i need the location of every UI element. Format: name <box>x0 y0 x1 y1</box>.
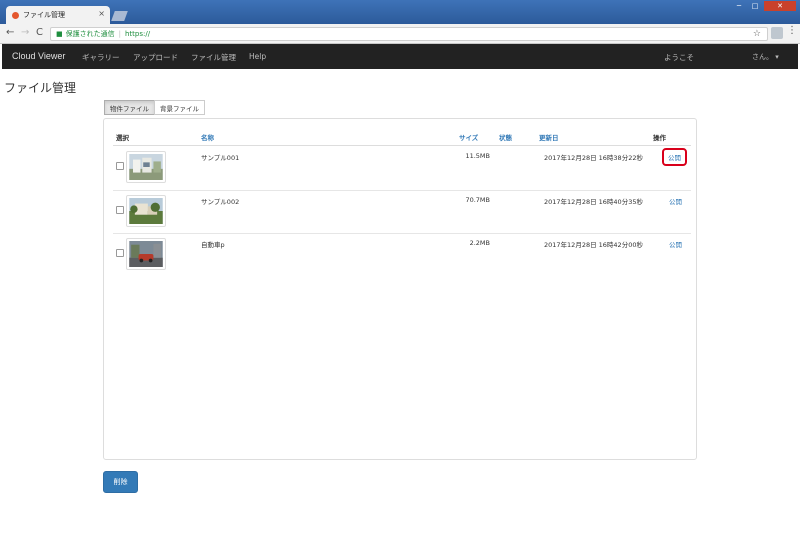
table-row: サンプル002 70.7MB 2017年12月28日 16時40分35秒 公開 <box>113 190 691 233</box>
nav-gallery[interactable]: ギャラリー <box>82 52 120 63</box>
file-size: 70.7MB <box>465 196 490 204</box>
thumbnail <box>126 238 166 270</box>
browser-menu-icon[interactable]: ⋮ <box>787 25 797 36</box>
file-name: 自動車p <box>201 241 225 249</box>
nav-file-management[interactable]: ファイル管理 <box>191 52 236 63</box>
header-updated[interactable]: 更新日 <box>539 132 559 142</box>
select-checkbox[interactable] <box>116 249 124 257</box>
back-icon[interactable]: ← <box>6 27 14 38</box>
header-name[interactable]: 名称 <box>201 132 214 142</box>
reload-icon[interactable]: C <box>36 27 43 38</box>
publish-link[interactable]: 公開 <box>669 196 682 206</box>
file-type-tabs: 物件ファイル 背景ファイル <box>104 100 205 115</box>
header-size[interactable]: サイズ <box>459 132 478 142</box>
publish-link[interactable]: 公開 <box>662 148 687 166</box>
table-row: サンプル001 11.5MB 2017年12月28日 16時38分22秒 公開 <box>113 147 691 190</box>
app-navbar: Cloud Viewer ギャラリー アップロード ファイル管理 Help よう… <box>2 44 798 69</box>
updated-date: 2017年12月28日 16時38分22秒 <box>544 154 643 162</box>
url-text: https:// <box>124 30 151 38</box>
tab-close-icon[interactable]: × <box>98 9 105 18</box>
file-size: 11.5MB <box>465 152 490 160</box>
table-row: 自動車p 2.2MB 2017年12月28日 16時42分00秒 公開 <box>113 233 691 276</box>
file-table-panel: 選択 名称 サイズ 状態 更新日 操作 サンプル001 11.5MB 2017年… <box>103 118 697 460</box>
header-divider <box>113 145 691 146</box>
thumbnail-image <box>129 241 163 267</box>
nav-upload[interactable]: アップロード <box>133 52 178 63</box>
favicon-icon <box>12 11 19 19</box>
header-action: 操作 <box>653 134 666 142</box>
publish-link[interactable]: 公開 <box>669 239 682 249</box>
updated-date: 2017年12月28日 16時40分35秒 <box>544 198 643 206</box>
file-name: サンプル002 <box>201 198 240 206</box>
thumbnail-image <box>129 154 163 180</box>
maximize-button[interactable]: □ <box>748 1 762 11</box>
url-bar[interactable]: ■ 保護された通信 | https:// ☆ <box>50 27 768 41</box>
delete-button[interactable]: 削除 <box>103 471 138 493</box>
select-checkbox[interactable] <box>116 162 124 170</box>
tab-property-files[interactable]: 物件ファイル <box>104 100 155 115</box>
header-status[interactable]: 状態 <box>499 132 512 142</box>
user-menu[interactable]: さん。 ▾ <box>752 52 779 62</box>
updated-date: 2017年12月28日 16時42分00秒 <box>544 241 643 249</box>
file-name: サンプル001 <box>201 154 240 162</box>
minimize-button[interactable]: ─ <box>732 1 746 11</box>
welcome-text: ようこそ <box>664 53 694 62</box>
forward-icon[interactable]: → <box>21 27 29 38</box>
brand-link[interactable]: Cloud Viewer <box>12 51 65 61</box>
nav-help[interactable]: Help <box>249 52 266 61</box>
browser-titlebar: ファイル管理 × ─ □ ✕ <box>0 0 800 24</box>
browser-tab[interactable]: ファイル管理 × <box>6 6 110 24</box>
tab-background-files[interactable]: 背景ファイル <box>154 100 205 115</box>
header-select: 選択 <box>116 134 129 142</box>
lock-icon: ■ <box>56 30 63 38</box>
page-title: ファイル管理 <box>4 81 77 95</box>
thumbnail-image <box>129 198 163 224</box>
thumbnail <box>126 151 166 183</box>
file-size: 2.2MB <box>469 239 490 247</box>
new-tab-button[interactable] <box>111 11 128 21</box>
thumbnail <box>126 195 166 227</box>
bookmark-star-icon[interactable]: ☆ <box>753 29 761 39</box>
tab-title: ファイル管理 <box>23 11 65 19</box>
secure-label: 保護された通信 <box>65 30 115 38</box>
select-checkbox[interactable] <box>116 206 124 214</box>
close-window-button[interactable]: ✕ <box>764 1 796 11</box>
extension-icon[interactable] <box>771 27 783 39</box>
address-toolbar: ← → C ■ 保護された通信 | https:// ☆ <box>0 24 800 44</box>
url-separator: | <box>118 30 121 38</box>
